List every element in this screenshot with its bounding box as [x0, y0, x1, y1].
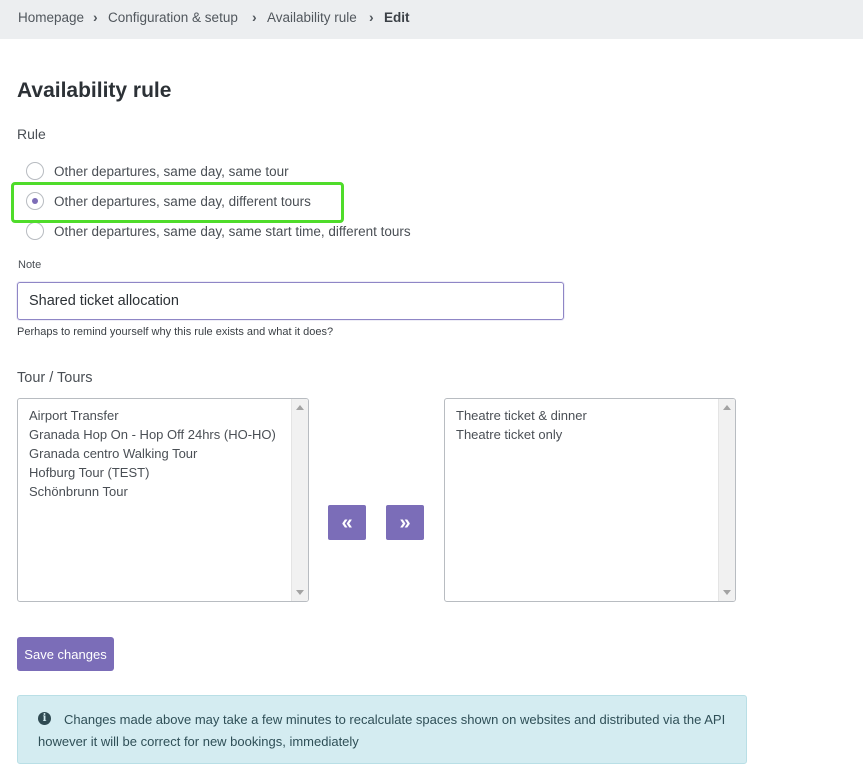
chevron-right-icon: › — [369, 9, 374, 25]
rule-option-label: Other departures, same day, same tour — [54, 163, 289, 179]
info-alert: i Changes made above may take a few minu… — [17, 695, 747, 764]
list-item[interactable]: Hofburg Tour (TEST) — [29, 463, 288, 482]
tours-label: Tour / Tours — [17, 370, 93, 386]
breadcrumb-homepage-link[interactable]: Homepage — [18, 10, 84, 25]
note-help-text: Perhaps to remind yourself why this rule… — [17, 326, 334, 338]
rule-option-same-tour[interactable]: Other departures, same day, same tour — [26, 160, 289, 182]
double-chevron-right-icon: » — [399, 511, 411, 534]
chevron-right-icon: › — [93, 9, 98, 25]
move-left-button[interactable]: « — [328, 505, 366, 540]
scroll-up-icon[interactable] — [296, 405, 304, 410]
list-item[interactable]: Theatre ticket only — [456, 425, 715, 444]
list-item[interactable]: Airport Transfer — [29, 406, 288, 425]
list-item[interactable]: Schönbrunn Tour — [29, 482, 288, 501]
rule-option-label: Other departures, same day, same start t… — [54, 223, 411, 239]
selected-tours-list[interactable]: Theatre ticket & dinner Theatre ticket o… — [444, 398, 736, 602]
rule-label: Rule — [17, 126, 46, 142]
scroll-down-icon[interactable] — [723, 590, 731, 595]
breadcrumb: Homepage › Configuration & setup › Avail… — [0, 0, 863, 39]
chevron-right-icon: › — [252, 9, 257, 25]
note-label: Note — [18, 259, 42, 271]
scroll-up-icon[interactable] — [723, 405, 731, 410]
page-title: Availability rule — [17, 79, 172, 102]
scroll-down-icon[interactable] — [296, 590, 304, 595]
breadcrumb-availability-rule-link[interactable]: Availability rule — [267, 10, 357, 25]
double-chevron-left-icon: « — [341, 511, 353, 534]
list-item[interactable]: Granada Hop On - Hop Off 24hrs (HO-HO) — [29, 425, 288, 444]
save-changes-button[interactable]: Save changes — [17, 637, 114, 671]
available-tours-list[interactable]: Airport Transfer Granada Hop On - Hop Of… — [17, 398, 309, 602]
breadcrumb-current: Edit — [384, 10, 410, 25]
info-message: Changes made above may take a few minute… — [38, 712, 726, 749]
scrollbar[interactable] — [718, 399, 735, 601]
list-item[interactable]: Granada centro Walking Tour — [29, 444, 288, 463]
radio-button-selected[interactable] — [26, 192, 44, 210]
radio-button[interactable] — [26, 162, 44, 180]
move-right-button[interactable]: » — [386, 505, 424, 540]
scrollbar[interactable] — [291, 399, 308, 601]
rule-option-different-tours[interactable]: Other departures, same day, different to… — [26, 190, 311, 212]
list-item[interactable]: Theatre ticket & dinner — [456, 406, 715, 425]
rule-option-same-start-time[interactable]: Other departures, same day, same start t… — [26, 220, 411, 242]
breadcrumb-configuration-link[interactable]: Configuration & setup — [108, 10, 238, 25]
rule-option-label: Other departures, same day, different to… — [54, 193, 311, 209]
radio-button[interactable] — [26, 222, 44, 240]
note-input[interactable] — [17, 282, 564, 320]
